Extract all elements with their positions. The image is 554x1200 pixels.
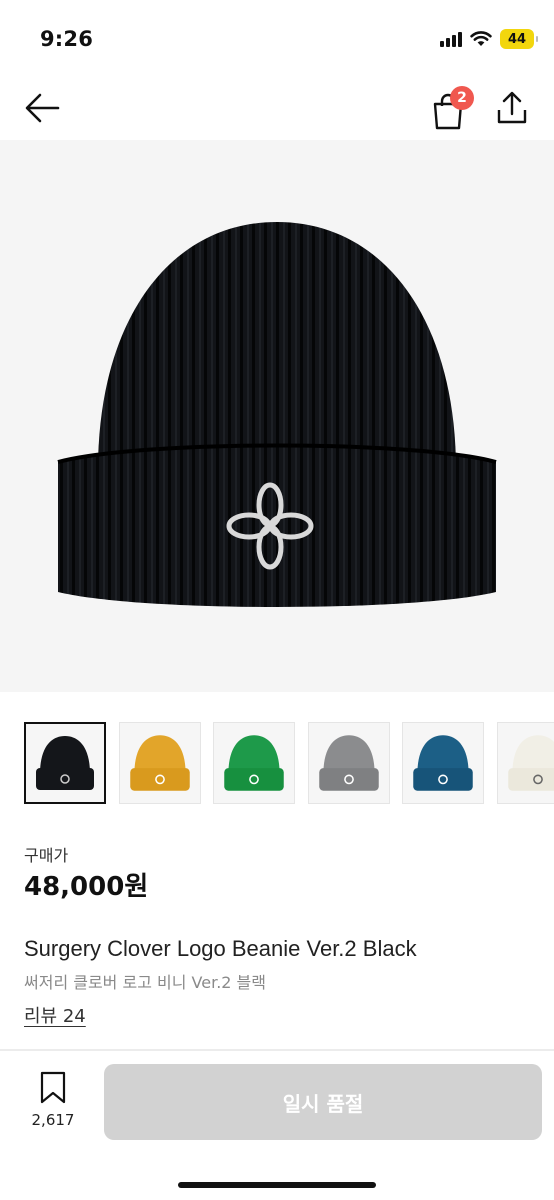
price-label: 구매가 bbox=[24, 846, 69, 865]
status-icons: 44 bbox=[440, 29, 538, 49]
battery-indicator: 44 bbox=[500, 29, 538, 49]
thumbnail-gray[interactable] bbox=[308, 722, 390, 804]
status-time: 9:26 bbox=[40, 27, 94, 51]
thumbnail-green[interactable] bbox=[213, 722, 295, 804]
bookmark-button[interactable]: 2,617 bbox=[28, 1071, 78, 1131]
reviews-link[interactable]: 리뷰 24 bbox=[24, 1002, 86, 1028]
color-thumbnail-list bbox=[24, 722, 554, 806]
thumbnail-white[interactable] bbox=[497, 722, 554, 804]
price-value: 48,000원 bbox=[24, 872, 149, 902]
thumbnail-blue[interactable] bbox=[402, 722, 484, 804]
product-image[interactable] bbox=[0, 140, 554, 692]
thumbnail-yellow[interactable] bbox=[119, 722, 201, 804]
cart-count-badge: 2 bbox=[450, 86, 474, 110]
sold-out-button[interactable]: 일시 품절 bbox=[104, 1064, 542, 1140]
cellular-signal-icon bbox=[440, 31, 462, 47]
thumbnail-black[interactable] bbox=[24, 722, 106, 804]
bottom-action-bar: 2,617 일시 품절 bbox=[0, 1051, 554, 1200]
beanie-image bbox=[57, 222, 497, 607]
share-icon[interactable] bbox=[494, 88, 530, 128]
status-bar: 9:26 44 bbox=[0, 0, 554, 80]
bookmark-icon bbox=[40, 1071, 66, 1104]
nav-bar: 2 bbox=[0, 80, 554, 138]
shopping-bag-button[interactable]: 2 bbox=[428, 86, 474, 130]
product-subtitle: 써저리 클로버 로고 비니 Ver.2 블랙 bbox=[24, 973, 266, 992]
bookmark-count: 2,617 bbox=[31, 1111, 75, 1129]
home-indicator bbox=[178, 1182, 376, 1188]
wifi-icon bbox=[470, 31, 492, 46]
back-arrow-icon[interactable] bbox=[22, 88, 62, 128]
product-title: Surgery Clover Logo Beanie Ver.2 Black bbox=[24, 936, 417, 961]
